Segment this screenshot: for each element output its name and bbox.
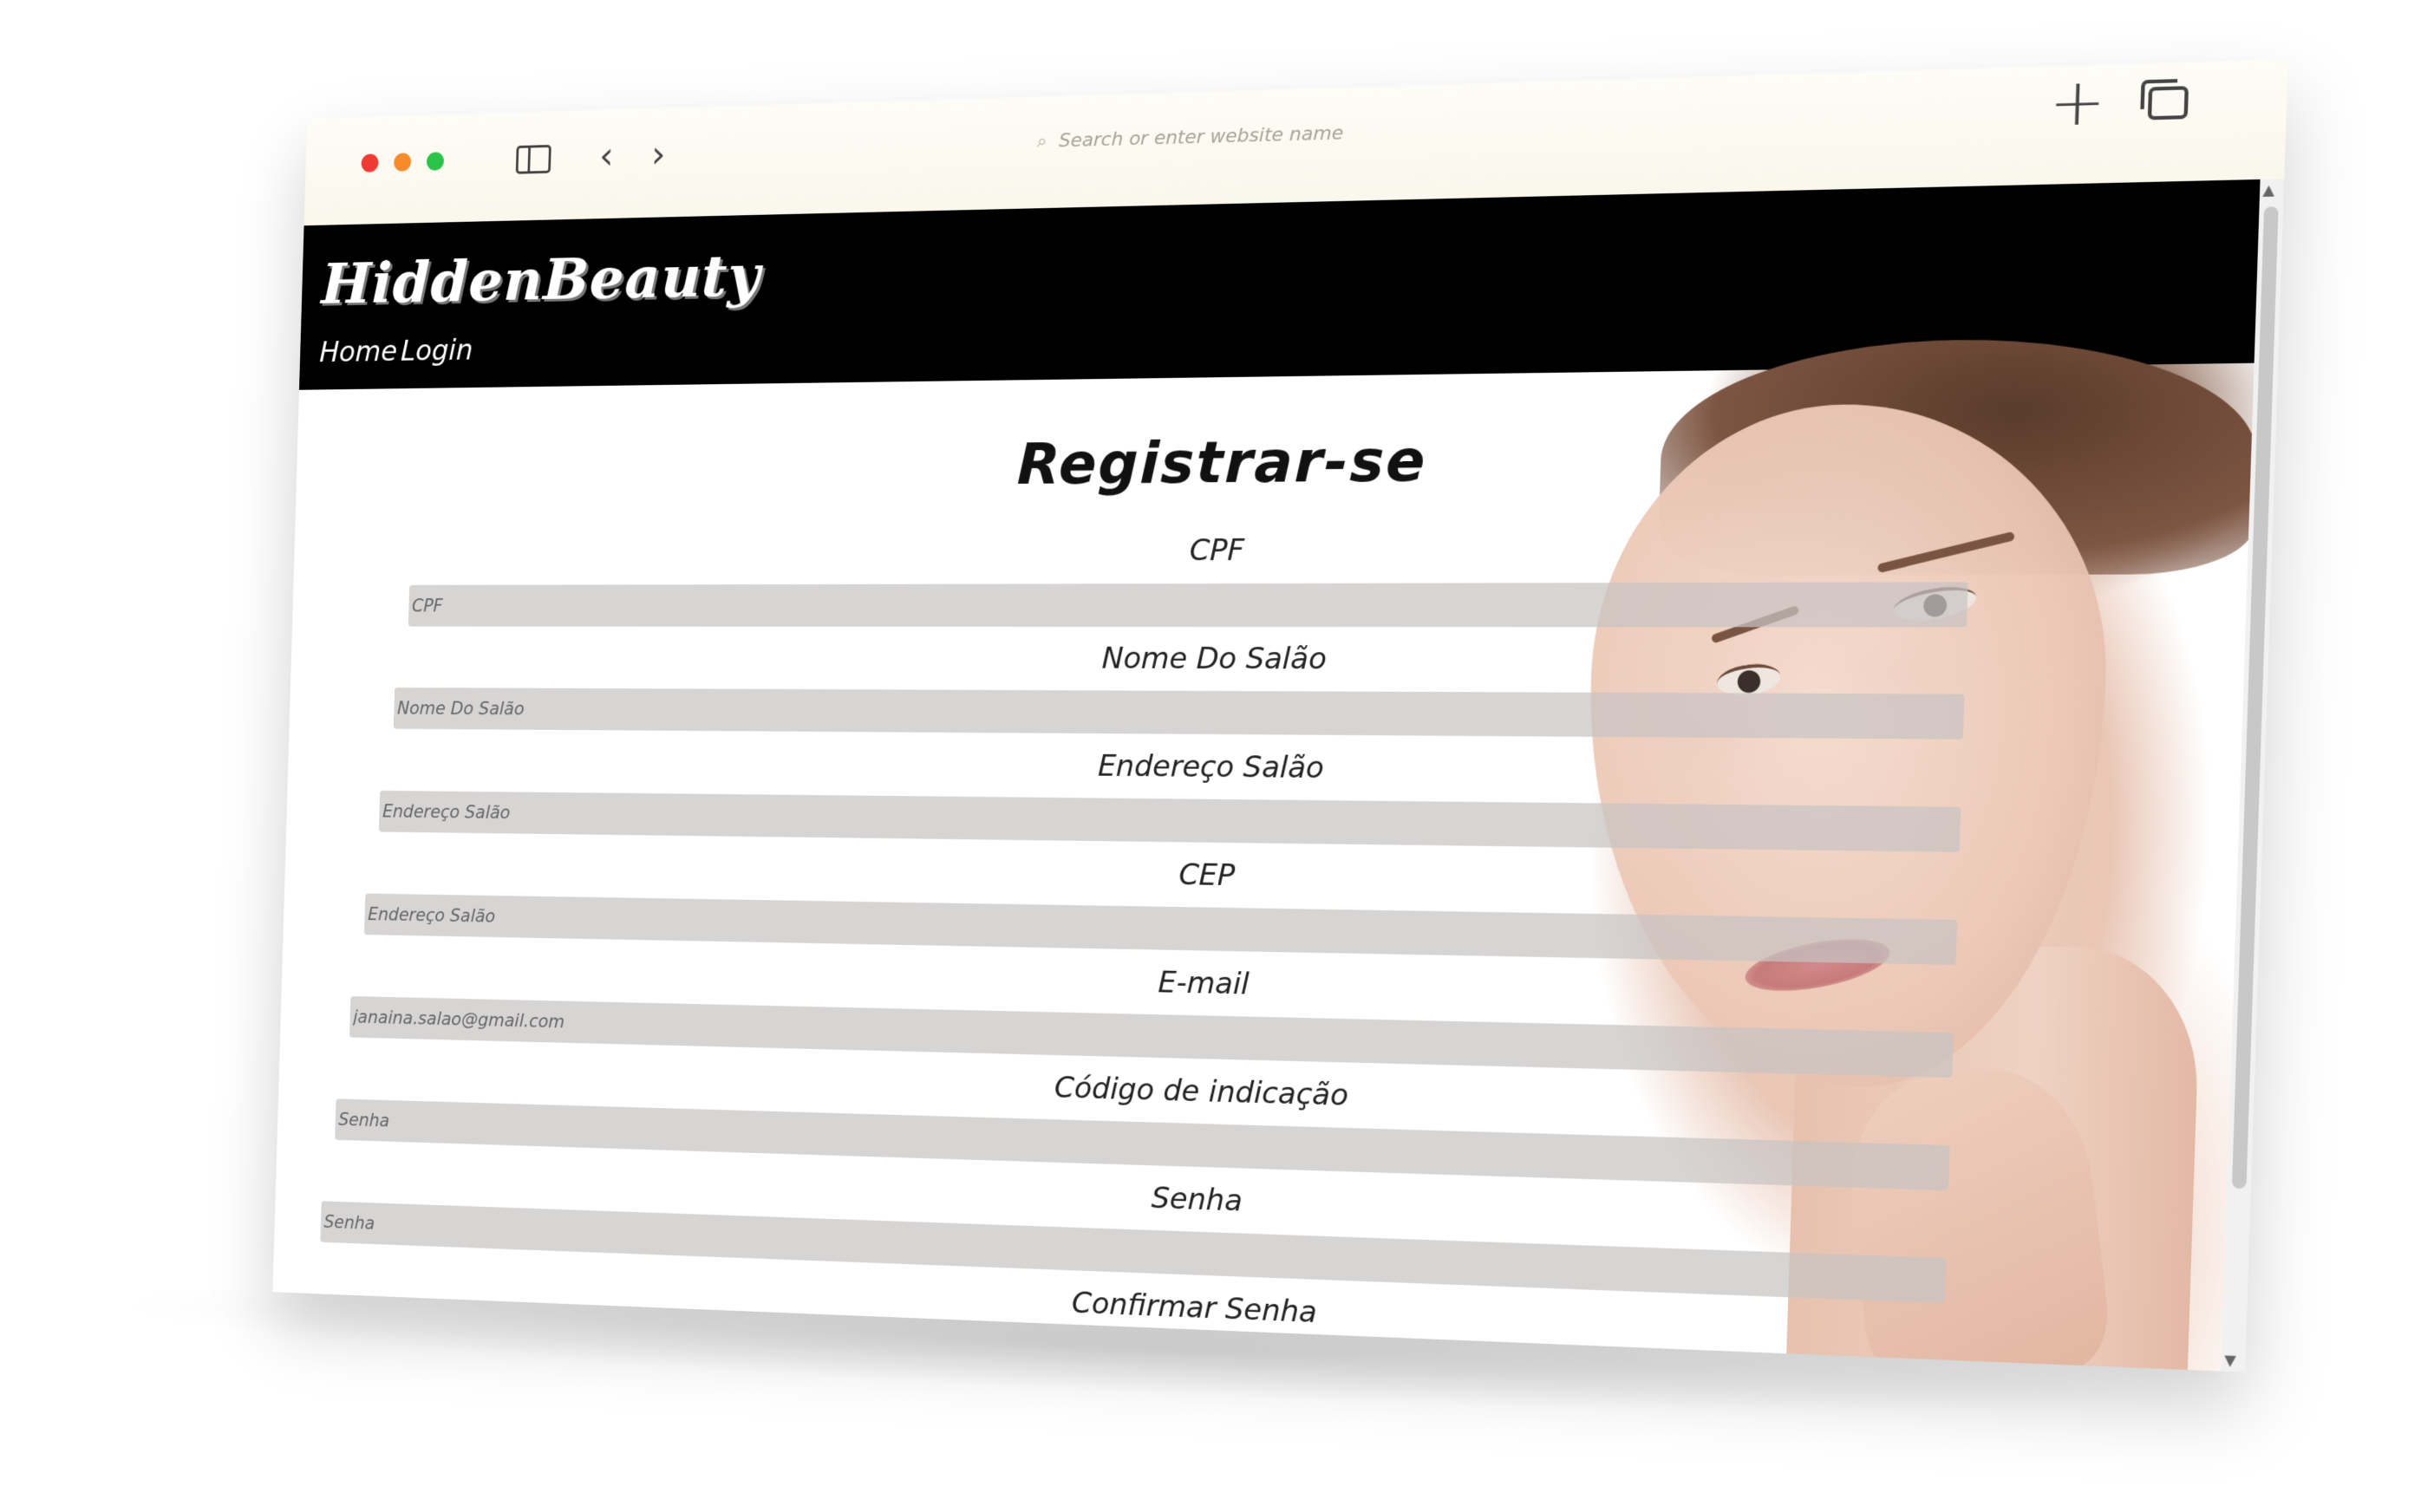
- address-placeholder: Search or enter website name: [1058, 122, 1344, 153]
- scroll-up-icon[interactable]: ▲: [2262, 181, 2274, 199]
- nav-home-link[interactable]: Home: [319, 335, 398, 368]
- browser-window: ‹ › ⌕ Search or enter website name + Hidd…: [272, 59, 2288, 1372]
- back-arrow-icon[interactable]: ‹: [599, 134, 615, 178]
- address-bar[interactable]: ⌕ Search or enter website name: [1036, 122, 1343, 153]
- page-viewport: HiddenBeauty Home Login Registrar-se CPF: [272, 179, 2261, 1372]
- site-logo[interactable]: HiddenBeauty: [321, 242, 762, 317]
- tabs-overview-icon[interactable]: [2147, 86, 2189, 121]
- scroll-down-icon[interactable]: ▼: [2224, 1352, 2236, 1370]
- salon-address-input[interactable]: [378, 790, 1961, 852]
- stage: ‹ › ⌕ Search or enter website name + Hidd…: [0, 0, 2421, 1512]
- cpf-input[interactable]: [408, 582, 1968, 628]
- registration-form: Registrar-se CPF Nome Do Salão Endereço …: [272, 363, 2254, 1372]
- sidebar-toggle-icon[interactable]: [515, 144, 551, 174]
- salon-address-label: Endereço Salão: [1097, 748, 1325, 786]
- zoom-window-button[interactable]: [426, 152, 445, 171]
- salon-name-input[interactable]: [393, 688, 1965, 740]
- form-title: Registrar-se: [1015, 427, 1428, 498]
- forward-arrow-icon[interactable]: ›: [650, 134, 666, 177]
- nav-login-link[interactable]: Login: [401, 334, 473, 368]
- search-icon: ⌕: [1036, 130, 1048, 153]
- cpf-label: CPF: [1189, 532, 1245, 569]
- minimize-window-button[interactable]: [394, 153, 412, 172]
- window-controls: [361, 152, 445, 173]
- new-tab-icon[interactable]: +: [2048, 62, 2107, 140]
- salon-name-label: Nome Do Salão: [1101, 641, 1328, 677]
- close-window-button[interactable]: [361, 153, 379, 173]
